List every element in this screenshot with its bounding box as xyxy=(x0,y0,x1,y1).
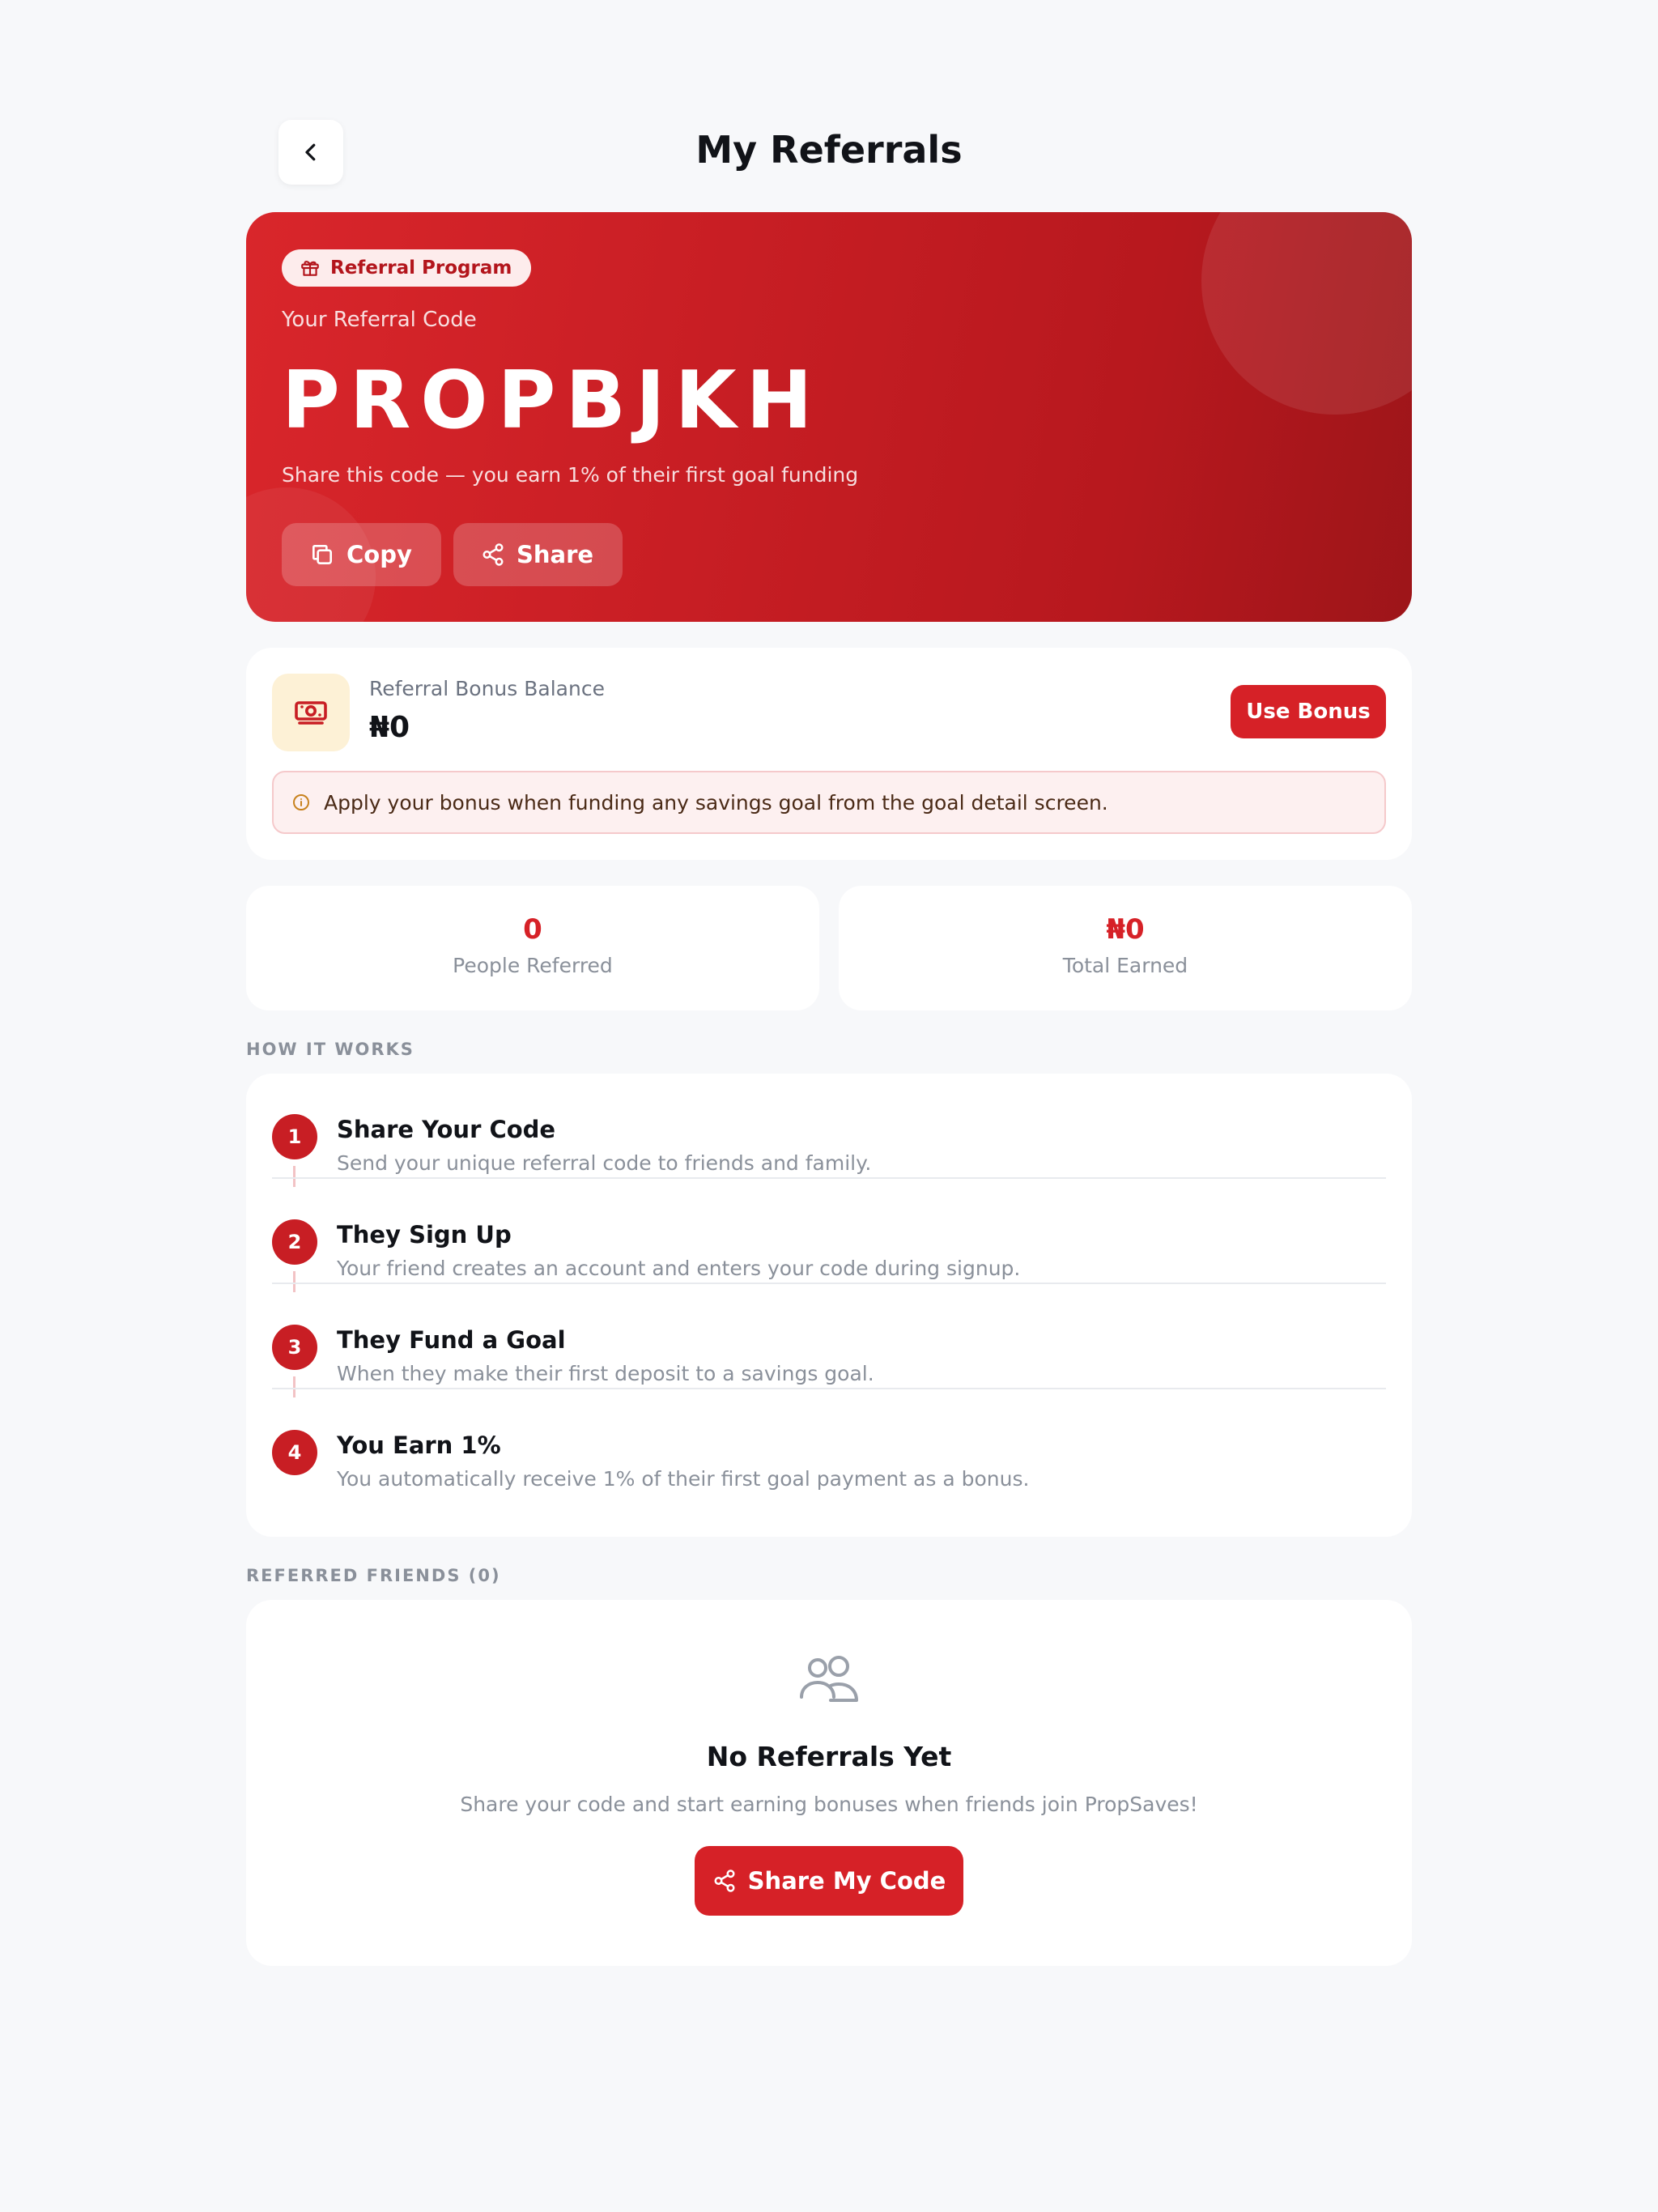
users-icon xyxy=(800,1656,858,1702)
bonus-info-note: Apply your bonus when funding any saving… xyxy=(272,771,1386,834)
referred-friends-title: REFERRED FRIENDS (0) xyxy=(246,1566,501,1585)
share-button[interactable]: Share xyxy=(453,523,623,586)
bonus-balance-value: ₦0 xyxy=(369,711,410,744)
referral-code-subtitle: Share this code — you earn 1% of their f… xyxy=(282,463,859,487)
bonus-balance-card: Referral Bonus Balance ₦0 Use Bonus Appl… xyxy=(246,648,1412,860)
header: My Referrals xyxy=(246,120,1412,186)
step-description: Send your unique referral code to friend… xyxy=(337,1151,872,1175)
referrals-page: My Referrals Referral Program Your Refer… xyxy=(246,0,1412,2212)
how-it-works-card: 1 Share Your Code Send your unique refer… xyxy=(246,1074,1412,1537)
money-icon xyxy=(295,701,327,725)
step-number: 2 xyxy=(272,1219,317,1265)
share-my-code-button[interactable]: Share My Code xyxy=(695,1846,963,1916)
empty-state-description: Share your code and start earning bonuse… xyxy=(460,1793,1198,1816)
step-description: Your friend creates an account and enter… xyxy=(337,1257,1021,1280)
referral-code: PROPBJKH xyxy=(282,355,823,447)
how-it-works-title: HOW IT WORKS xyxy=(246,1040,414,1059)
gift-icon xyxy=(301,261,319,276)
step-item: 3 They Fund a Goal When they make their … xyxy=(272,1284,1386,1397)
stat-label: People Referred xyxy=(453,954,613,977)
stat-label: Total Earned xyxy=(1062,954,1188,977)
bonus-balance-label: Referral Bonus Balance xyxy=(369,677,605,700)
referral-code-label: Your Referral Code xyxy=(282,308,477,332)
copy-button[interactable]: Copy xyxy=(282,523,441,586)
decorative-circle xyxy=(1201,212,1412,415)
share-my-code-label: Share My Code xyxy=(747,1867,946,1895)
step-description: You automatically receive 1% of their fi… xyxy=(337,1467,1030,1491)
step-number: 3 xyxy=(272,1325,317,1370)
stat-value: ₦0 xyxy=(1106,913,1145,946)
step-item: 1 Share Your Code Send your unique refer… xyxy=(272,1074,1386,1187)
share-label: Share xyxy=(517,541,594,568)
stat-people-referred: 0 People Referred xyxy=(246,886,819,1010)
referral-program-badge: Referral Program xyxy=(282,249,532,287)
step-number: 4 xyxy=(272,1430,317,1475)
share-icon xyxy=(714,1870,735,1892)
step-number: 1 xyxy=(272,1114,317,1159)
page-title: My Referrals xyxy=(695,128,963,172)
step-item: 2 They Sign Up Your friend creates an ac… xyxy=(272,1179,1386,1292)
step-description: When they make their first deposit to a … xyxy=(337,1362,874,1385)
step-title: They Sign Up xyxy=(337,1221,512,1249)
copy-label: Copy xyxy=(346,541,412,568)
copy-icon xyxy=(312,545,332,564)
info-icon xyxy=(293,794,309,810)
bonus-icon-box xyxy=(272,674,350,751)
badge-label: Referral Program xyxy=(330,257,512,279)
stat-value: 0 xyxy=(523,913,542,946)
referred-friends-card: No Referrals Yet Share your code and sta… xyxy=(246,1600,1412,1966)
step-title: Share Your Code xyxy=(337,1116,556,1143)
step-item: 4 You Earn 1% You automatically receive … xyxy=(272,1389,1386,1495)
use-bonus-button[interactable]: Use Bonus xyxy=(1231,685,1386,738)
empty-state-title: No Referrals Yet xyxy=(706,1741,952,1772)
step-title: They Fund a Goal xyxy=(337,1326,566,1354)
stat-total-earned: ₦0 Total Earned xyxy=(839,886,1412,1010)
share-icon xyxy=(483,543,504,566)
step-title: You Earn 1% xyxy=(337,1431,501,1459)
referral-code-card: Referral Program Your Referral Code PROP… xyxy=(246,212,1412,622)
bonus-note-text: Apply your bonus when funding any saving… xyxy=(324,790,1108,815)
